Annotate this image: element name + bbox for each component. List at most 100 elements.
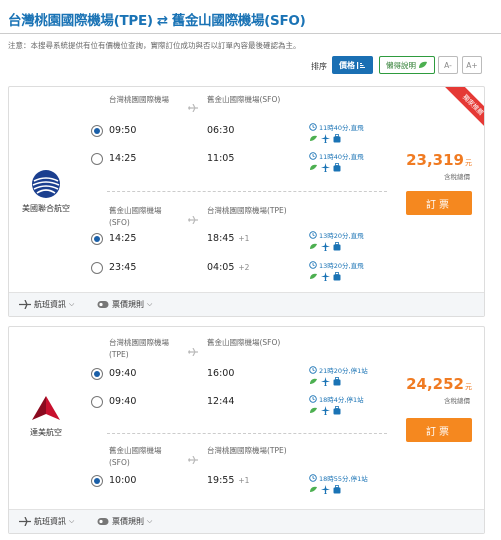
plane-icon	[19, 300, 31, 309]
sort-price-label: 價格	[339, 60, 355, 70]
duration-text: 13時20分,直飛	[319, 262, 364, 270]
arrival-time: 19:55 +1	[207, 475, 250, 486]
clock-icon	[309, 152, 317, 160]
departure-time: 09:40	[109, 368, 137, 379]
plane-icon	[188, 209, 198, 228]
book-button[interactable]: 訂票	[406, 191, 472, 215]
plane-icon	[188, 341, 198, 360]
arrival-time: 18:45 +1	[207, 233, 250, 244]
duration-text: 21時20分,停1站	[319, 367, 368, 375]
plane-icon	[321, 272, 330, 281]
baggage-icon	[333, 485, 341, 494]
duration-text: 11時40分,直飛	[319, 124, 364, 132]
departure-time: 10:00	[109, 475, 137, 486]
outbound-to: 舊金山國際機場(SFO)	[207, 338, 281, 347]
amenities	[309, 242, 341, 251]
clock-icon	[309, 395, 317, 403]
card-footer: 航班資訊 ⌵ 票價規則 ⌵	[9, 292, 484, 316]
flight-card-delta: 達美航空 台灣桃園國際機場 (TPE) 舊金山國際機場(SFO) 09:40 16…	[8, 326, 485, 534]
font-increase-button[interactable]: A+	[462, 56, 482, 74]
baggage-icon	[333, 163, 341, 172]
duration: 13時20分,直飛	[309, 260, 364, 270]
flight-info-toggle[interactable]: 航班資訊 ⌵	[19, 516, 74, 527]
amenities	[309, 163, 341, 172]
fare-rules-toggle[interactable]: 票價規則 ⌵	[97, 516, 152, 527]
baggage-icon	[333, 134, 341, 143]
total-price: 24,252元	[406, 375, 472, 393]
clock-icon	[309, 261, 317, 269]
swap-icon[interactable]: ⇄	[157, 13, 168, 29]
leaf-icon	[419, 61, 427, 68]
plane-icon	[321, 485, 330, 494]
rule-explain-label: 懶得說明	[386, 60, 416, 70]
book-button[interactable]: 訂票	[406, 418, 472, 442]
outbound-option-radio[interactable]	[91, 153, 103, 165]
leaf-icon	[310, 407, 317, 413]
arrival-time: 11:05	[207, 153, 235, 164]
tax-note: 含稅總價	[444, 397, 470, 405]
plane-icon	[321, 242, 330, 251]
fare-rules-label: 票價規則	[112, 300, 144, 309]
plane-icon	[19, 517, 31, 526]
leaf-icon	[310, 486, 317, 492]
outbound-to: 舊金山國際機場(SFO)	[207, 95, 281, 104]
airline-name: 達美航空	[30, 428, 62, 437]
duration: 11時40分,直飛	[309, 122, 364, 132]
inbound-to: 台灣桃園國際機場(TPE)	[207, 206, 287, 215]
flight-info-toggle[interactable]: 航班資訊 ⌵	[19, 299, 74, 310]
divider	[107, 191, 387, 192]
leaf-icon	[310, 273, 317, 279]
arrival-time: 06:30	[207, 125, 235, 136]
airline-name: 美國聯合航空	[22, 204, 70, 213]
leaf-icon	[310, 135, 317, 141]
font-decrease-button[interactable]: A-	[438, 56, 458, 74]
arrival-time: 04:05 +2	[207, 262, 250, 273]
duration-text: 13時20分,直飛	[319, 232, 364, 240]
amenities	[309, 377, 341, 386]
inbound-from: 舊金山國際機場 (SFO)	[109, 446, 162, 467]
outbound-option-radio[interactable]	[91, 396, 103, 408]
plane-icon	[321, 134, 330, 143]
arrival-time: 12:44	[207, 396, 235, 407]
origin-airport: 台灣桃園國際機場(TPE)	[8, 13, 153, 29]
inbound-option-radio[interactable]	[91, 233, 103, 245]
departure-time: 09:50	[109, 125, 137, 136]
outbound-from: 台灣桃園國際機場 (TPE)	[109, 338, 169, 359]
plane-icon	[188, 449, 198, 468]
plane-icon	[321, 163, 330, 172]
card-footer: 航班資訊 ⌵ 票價規則 ⌵	[9, 509, 484, 533]
departure-time: 09:40	[109, 396, 137, 407]
fare-rules-toggle[interactable]: 票價規則 ⌵	[97, 299, 152, 310]
notice-text: 注意：本搜尋系統提供有位有價機位查詢，實際訂位成功與否以訂單內容最後確認為主。	[8, 41, 301, 50]
baggage-icon	[333, 377, 341, 386]
clock-icon	[309, 231, 317, 239]
amenities	[309, 272, 341, 281]
duration-text: 11時40分,直飛	[319, 153, 364, 161]
exclusive-ribbon: 獨家推薦	[440, 87, 484, 131]
ticket-icon	[97, 518, 109, 525]
duration: 13時20分,直飛	[309, 230, 364, 240]
next-day-indicator: +1	[238, 234, 250, 243]
departure-time: 23:45	[109, 262, 137, 273]
inbound-from: 舊金山國際機場 (SFO)	[109, 206, 162, 227]
ticket-icon	[97, 301, 109, 308]
route-title: 台灣桃園國際機場(TPE) ⇄ 舊金山國際機場(SFO)	[8, 9, 306, 29]
destination-airport: 舊金山國際機場(SFO)	[171, 13, 306, 29]
sort-price-button[interactable]: 價格	[332, 56, 373, 74]
chevron-down-icon: ⌵	[69, 517, 75, 525]
outbound-option-radio[interactable]	[91, 125, 103, 137]
arrival-time: 16:00	[207, 368, 235, 379]
outbound-option-radio[interactable]	[91, 368, 103, 380]
inbound-option-radio[interactable]	[91, 475, 103, 487]
next-day-indicator: +2	[238, 263, 250, 272]
flight-info-label: 航班資訊	[34, 517, 66, 526]
leaf-icon	[310, 243, 317, 249]
united-airlines-logo	[31, 169, 61, 203]
departure-time: 14:25	[109, 233, 137, 244]
inbound-option-radio[interactable]	[91, 262, 103, 274]
rule-explain-button[interactable]: 懶得說明	[379, 56, 435, 74]
divider	[107, 433, 387, 434]
amenities	[309, 406, 341, 415]
outbound-from: 台灣桃園國際機場	[109, 95, 169, 104]
sort-label: 排序	[311, 62, 327, 71]
